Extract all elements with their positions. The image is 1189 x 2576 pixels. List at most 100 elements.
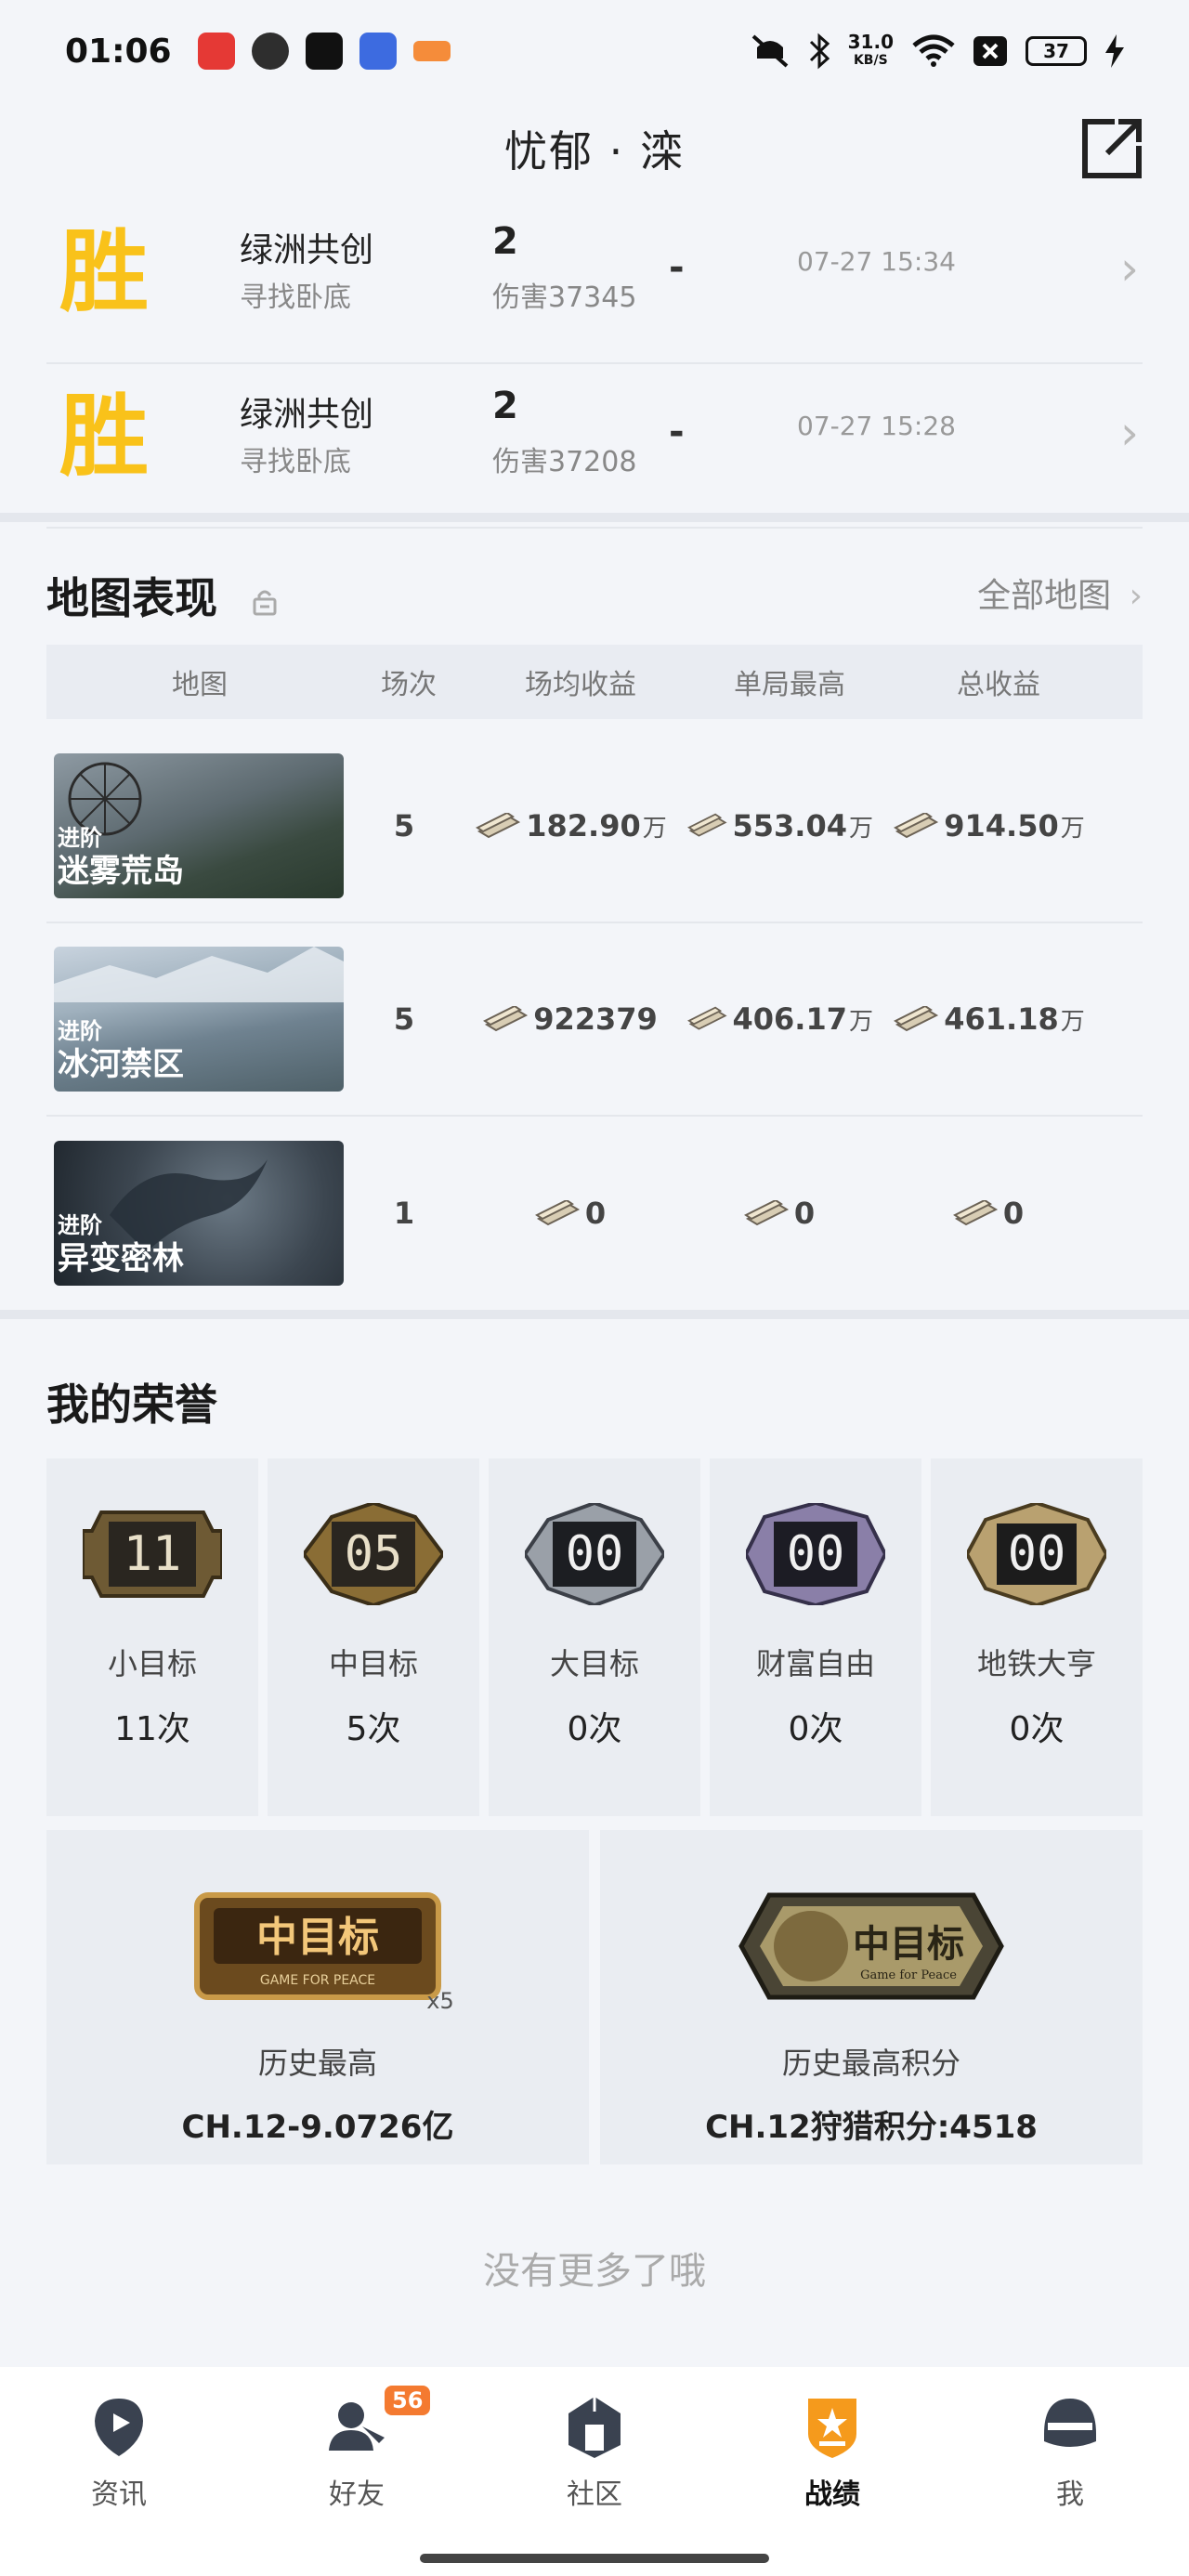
honor-big-value: CH.12狩猎积分:4518 — [705, 2109, 1038, 2146]
match-result: 胜 — [59, 219, 149, 324]
chevron-right-icon: › — [1120, 406, 1139, 460]
honor-count: 0次 — [1009, 1710, 1065, 1748]
friends-icon — [329, 2402, 385, 2451]
status-bar: 01:06 31.0 KB/S 37 — [0, 0, 1189, 102]
status-time: 01:06 — [65, 32, 172, 71]
diamond-plaque-icon: 00 — [746, 1503, 885, 1605]
all-maps-link[interactable]: 全部地图 › — [977, 569, 1143, 617]
map-avg-cell: 922379 — [455, 1001, 687, 1037]
map-avg-value: 922379 — [533, 1001, 658, 1037]
net-speed: 31.0 KB/S — [848, 33, 894, 70]
record-icon — [808, 2399, 856, 2458]
nav-item-news[interactable]: 资讯 — [0, 2367, 238, 2576]
gamepad-icon — [412, 41, 451, 61]
cash-icon — [687, 813, 727, 837]
honor-badge-text: 11 — [124, 1526, 182, 1582]
map-total-unit: 万 — [1060, 1007, 1085, 1036]
news-app-icon — [197, 33, 235, 70]
col-header-total: 总收益 — [957, 669, 1040, 701]
match-time: 07-27 15:34 — [797, 246, 956, 277]
map-best-unit: 万 — [848, 1007, 873, 1036]
mountain-icon — [54, 947, 344, 1002]
close-box-icon — [973, 36, 1007, 66]
honor-card[interactable]: 00 地铁大亨 0次 — [931, 1458, 1143, 1816]
section-divider — [0, 513, 1189, 522]
honor-card[interactable]: 05 中目标 5次 — [268, 1458, 479, 1816]
cash-icon — [687, 1006, 727, 1030]
honor-count: 0次 — [788, 1710, 843, 1748]
nav-label: 资讯 — [91, 2478, 147, 2511]
map-total-value: 914.50 — [944, 808, 1059, 843]
match-row[interactable]: 胜 绿洲共创 寻找卧底 2 伤害37345 - 07-27 15:34 › — [46, 200, 1143, 364]
friends-badge: 56 — [385, 2386, 431, 2415]
cash-icon — [476, 813, 521, 839]
map-total-value: 461.18 — [944, 1001, 1059, 1037]
honor-count: 5次 — [346, 1710, 401, 1748]
honor-big-value: CH.12-9.0726亿 — [181, 2109, 454, 2146]
map-avg-cell: 0 — [455, 1196, 687, 1231]
status-indicators: 31.0 KB/S 37 — [750, 33, 1124, 70]
hunting-badge-icon: 中目标 Game for Peace — [738, 1892, 1004, 2000]
col-header-avg: 场均收益 — [525, 669, 636, 701]
map-name: 异变密林 — [58, 1240, 184, 1277]
map-row[interactable]: 进阶 迷雾荒岛 5 182.90 万 553.04 万 914.50 万 — [46, 730, 1143, 923]
map-row[interactable]: 进阶 异变密林 1 0 0 0 — [46, 1117, 1143, 1310]
battery-icon: 37 — [1026, 36, 1087, 66]
no-more-text: 没有更多了哦 — [483, 2250, 706, 2293]
chevron-right-icon: › — [1129, 577, 1143, 615]
community-icon — [568, 2397, 621, 2458]
match-row[interactable]: 胜 绿洲共创 寻找卧底 2 伤害37208 - 07-27 15:28 › — [46, 364, 1143, 529]
plaque-multiplier: x5 — [426, 1988, 453, 2014]
map-best-cell: 553.04 万 — [687, 808, 873, 843]
nav-item-record[interactable]: 战绩 — [713, 2367, 951, 2576]
honor-big-label: 历史最高积分 — [781, 2046, 960, 2081]
match-damage: 伤害37345 — [492, 281, 637, 314]
cash-icon — [483, 1006, 529, 1032]
honor-card[interactable]: 00 大目标 0次 — [489, 1458, 700, 1816]
news-icon — [95, 2399, 143, 2456]
cash-icon — [894, 813, 939, 839]
bottom-nav: 资讯 56 好友 社区 战绩 我 — [0, 2367, 1189, 2576]
honor-name: 财富自由 — [755, 1646, 875, 1681]
honor-name: 中目标 — [328, 1646, 418, 1681]
cash-icon — [743, 1200, 789, 1226]
map-thumbnail: 进阶 异变密林 — [54, 1141, 344, 1286]
bluetooth-icon — [809, 33, 830, 70]
net-speed-value: 31.0 — [847, 31, 894, 53]
badge-subtitle: Game for Peace — [860, 1968, 957, 1982]
share-icon[interactable] — [1079, 116, 1144, 181]
nav-item-community[interactable]: 社区 — [476, 2367, 713, 2576]
plaque-title: 中目标 — [256, 1914, 379, 1961]
honor-badge-text: 05 — [345, 1526, 403, 1582]
honor-card[interactable]: 11 小目标 11次 — [46, 1458, 258, 1816]
honor-history-score[interactable]: 中目标 Game for Peace 历史最高积分 CH.12狩猎积分:4518 — [600, 1830, 1143, 2164]
map-best-cell: 406.17 万 — [687, 1001, 873, 1037]
home-indicator[interactable] — [420, 2554, 769, 2563]
honor-big-row: 中目标 GAME FOR PEACE x5 历史最高 CH.12-9.0726亿… — [46, 1830, 1143, 2164]
honor-card[interactable]: 00 财富自由 0次 — [710, 1458, 921, 1816]
plaque-subtitle: GAME FOR PEACE — [260, 1973, 375, 1988]
col-header-count: 场次 — [381, 669, 437, 701]
honor-grid: 11 小目标 11次 05 中目标 5次 00 大目标 0次 00 财富自由 0… — [46, 1458, 1143, 1816]
nav-label: 好友 — [329, 2478, 385, 2511]
col-header-map: 地图 — [172, 669, 228, 701]
honor-name: 小目标 — [107, 1646, 197, 1681]
map-count: 5 — [393, 1001, 415, 1037]
map-row[interactable]: 进阶 冰河禁区 5 922379 406.17 万 461.18 万 — [46, 923, 1143, 1117]
status-app-icons — [197, 33, 451, 70]
map-avg-unit: 万 — [642, 814, 667, 843]
map-total-cell: 461.18 万 — [873, 1001, 1105, 1037]
nav-label: 战绩 — [804, 2478, 860, 2511]
lock-icon[interactable] — [251, 588, 279, 616]
cash-icon — [952, 1200, 998, 1226]
match-dash: - — [669, 246, 685, 289]
crown-plaque-icon: 00 — [967, 1503, 1106, 1605]
honor-count: 0次 — [567, 1710, 622, 1748]
map-section-title-text: 地图表现 — [46, 573, 217, 623]
nav-item-profile[interactable]: 我 — [951, 2367, 1189, 2576]
honor-section-title: 我的荣誉 — [46, 1380, 217, 1430]
map-best-cell: 0 — [687, 1196, 873, 1231]
map-best-unit: 万 — [848, 814, 873, 843]
nav-item-friends[interactable]: 56 好友 — [238, 2367, 476, 2576]
honor-history-best[interactable]: 中目标 GAME FOR PEACE x5 历史最高 CH.12-9.0726亿 — [46, 1830, 589, 2164]
